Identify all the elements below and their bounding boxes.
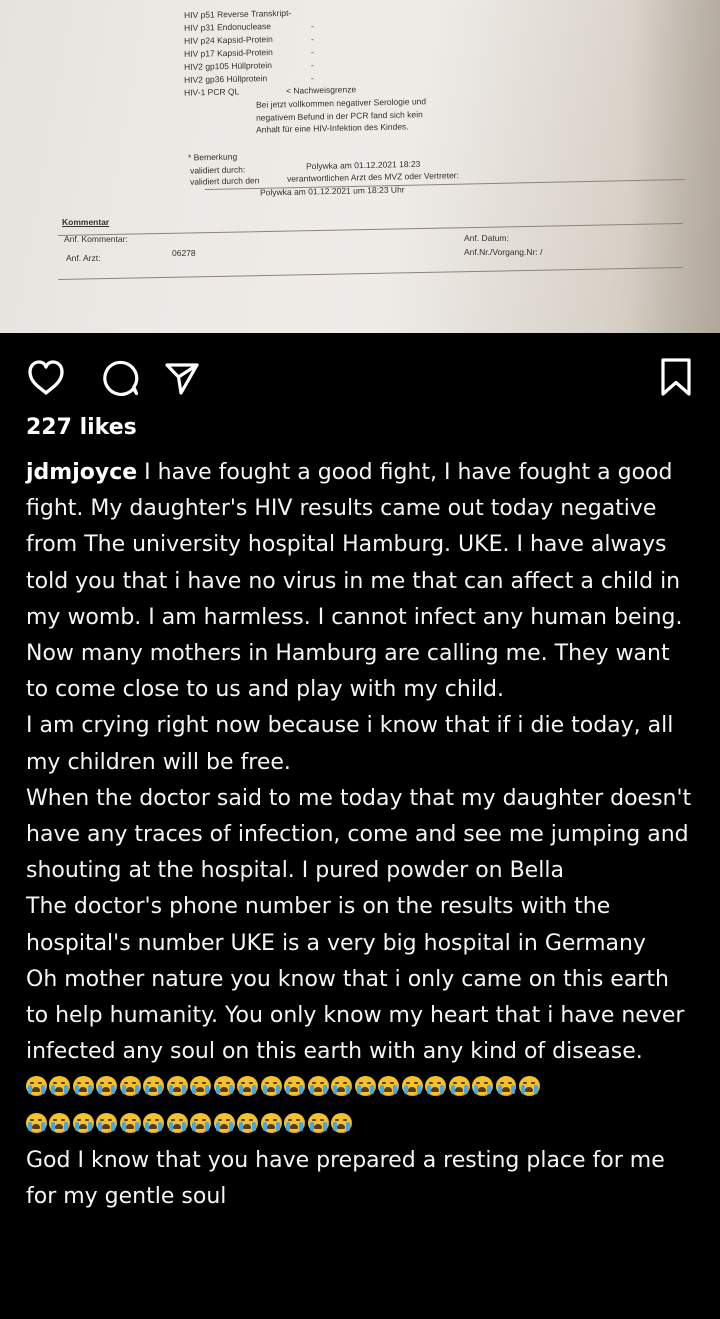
- bookmark-icon[interactable]: [658, 357, 694, 397]
- doc-dash: -: [311, 60, 314, 70]
- doc-line: Anf.Nr./Vorgang.Nr: /: [464, 247, 543, 257]
- emoji-row: [26, 1070, 696, 1106]
- loudly-crying-face-emoji: [49, 1112, 71, 1133]
- doc-line: HIV p24 Kapsid-Protein: [183, 34, 273, 46]
- loudly-crying-face-emoji: [26, 1076, 47, 1097]
- loudly-crying-face-emoji: [237, 1076, 259, 1097]
- caption-first-paragraph: jdmjoyce I have fought a good fight, I h…: [26, 455, 696, 636]
- caption-paragraph: The doctor's phone number is on the resu…: [26, 894, 646, 956]
- caption-paragraph: When the doctor said to me today that my…: [26, 785, 692, 884]
- loudly-crying-face-emoji: [166, 1112, 188, 1133]
- loudly-crying-face-emoji: [166, 1076, 188, 1097]
- likes-count[interactable]: 227 likes: [26, 415, 137, 440]
- caption-paragraph: Oh mother nature you know that i only ca…: [26, 966, 685, 1065]
- loudly-crying-face-emoji: [307, 1076, 329, 1097]
- loudly-crying-face-emoji: [143, 1112, 165, 1133]
- doc-line: HIV p51 Reverse Transkript-: [183, 7, 292, 21]
- loudly-crying-face-emoji: [472, 1076, 493, 1097]
- loudly-crying-face-emoji: [448, 1076, 470, 1097]
- doc-dash: -: [311, 34, 314, 44]
- doc-dash: -: [311, 21, 314, 31]
- loudly-crying-face-emoji: [307, 1112, 329, 1133]
- doc-line: < Nachweisgrenze: [285, 84, 357, 96]
- loudly-crying-face-emoji: [190, 1112, 212, 1133]
- doc-line: validiert durch den: [189, 175, 260, 187]
- caption-paragraph: Now many mothers in Hamburg are calling …: [26, 641, 670, 703]
- loudly-crying-face-emoji: [96, 1076, 118, 1097]
- loudly-crying-face-emoji: [401, 1076, 423, 1097]
- loudly-crying-face-emoji: [260, 1076, 282, 1097]
- loudly-crying-face-emoji: [119, 1112, 141, 1133]
- doc-line: validiert durch:: [189, 164, 246, 176]
- loudly-crying-face-emoji: [213, 1112, 235, 1133]
- heart-icon[interactable]: [26, 359, 66, 397]
- loudly-crying-face-emoji: [96, 1112, 118, 1133]
- paper-shadow: [630, 0, 720, 333]
- loudly-crying-face-emoji: [378, 1076, 400, 1097]
- loudly-crying-face-emoji: [213, 1076, 235, 1097]
- loudly-crying-face-emoji: [260, 1112, 282, 1133]
- doc-line: HIV2 gp105 Hüllprotein: [183, 60, 272, 72]
- share-icon[interactable]: [163, 360, 201, 396]
- comment-icon[interactable]: [100, 359, 140, 397]
- doc-line: 06278: [172, 248, 196, 258]
- caption-paragraph: God I know that you have prepared a rest…: [26, 1147, 665, 1210]
- loudly-crying-face-emoji: [49, 1076, 71, 1097]
- emoji-row: [26, 1107, 696, 1143]
- post-caption: jdmjoyce I have fought a good fight, I h…: [26, 455, 696, 1215]
- post-photo[interactable]: HIV p51 Reverse Transkript- HIV p31 Endo…: [0, 0, 720, 333]
- loudly-crying-face-emoji: [26, 1112, 47, 1133]
- doc-line: * Bemerkung: [187, 151, 238, 163]
- loudly-crying-face-emoji: [331, 1112, 353, 1133]
- loudly-crying-face-emoji: [119, 1076, 141, 1097]
- loudly-crying-face-emoji: [331, 1076, 353, 1097]
- loudly-crying-face-emoji: [190, 1076, 212, 1097]
- loudly-crying-face-emoji: [72, 1076, 94, 1097]
- loudly-crying-face-emoji: [237, 1112, 259, 1133]
- username-link[interactable]: jdmjoyce: [26, 460, 137, 485]
- loudly-crying-face-emoji: [284, 1112, 306, 1133]
- caption-text: I have fought a good fight, I have fough…: [26, 460, 683, 630]
- loudly-crying-face-emoji: [72, 1112, 94, 1133]
- doc-line: Polywka am 01.12.2021 18:23: [305, 158, 421, 172]
- loudly-crying-face-emoji: [354, 1076, 376, 1097]
- doc-line: Anf. Kommentar:: [64, 234, 128, 244]
- loudly-crying-face-emoji: [284, 1076, 306, 1097]
- doc-line: Anf. Arzt:: [66, 253, 101, 263]
- doc-line: HIV2 gp36 Hüllprotein: [183, 73, 268, 85]
- loudly-crying-face-emoji: [143, 1076, 165, 1097]
- doc-line: HIV p17 Kapsid-Protein: [183, 47, 273, 59]
- loudly-crying-face-emoji: [425, 1076, 447, 1097]
- doc-line: HIV p31 Endonuclease: [183, 21, 272, 33]
- doc-line: Anf. Datum:: [464, 233, 509, 243]
- caption-paragraph: I am crying right now because i know tha…: [26, 713, 674, 775]
- loudly-crying-face-emoji: [519, 1076, 540, 1097]
- doc-dash: -: [311, 73, 314, 83]
- doc-dash: -: [311, 47, 314, 57]
- doc-line: Kommentar: [62, 217, 110, 227]
- doc-line: HIV-1 PCR QL: [183, 86, 240, 98]
- loudly-crying-face-emoji: [495, 1076, 517, 1097]
